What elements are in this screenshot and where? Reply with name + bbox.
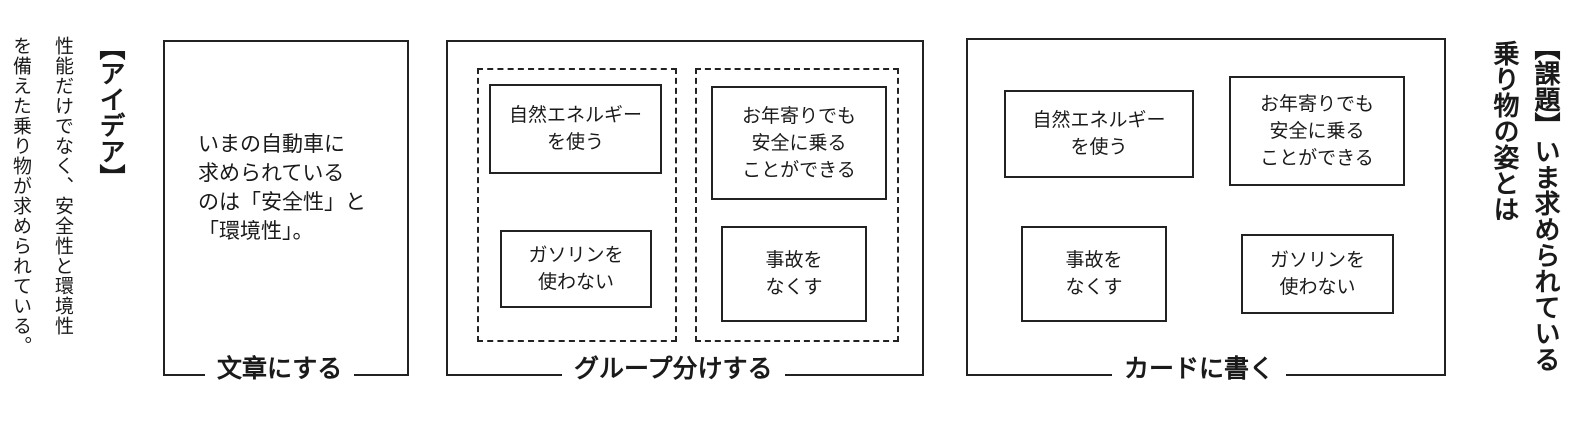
idea-card: 事故を なくす — [721, 226, 867, 322]
idea-card: 自然エネルギー を使う — [1004, 90, 1194, 178]
idea-title: 【アイデア】 — [95, 34, 125, 190]
issue-title: 【課題】いま求められている — [1530, 34, 1560, 372]
issue-title-line2: 乗り物の姿とは — [1489, 40, 1519, 222]
idea-body-line1: 性能だけでなく、安全性と環境性 — [52, 36, 74, 336]
idea-card: お年寄りでも 安全に乗る ことができる — [711, 86, 887, 200]
panel-cards-caption: カードに書く — [1112, 354, 1287, 384]
panel-grouping-caption: グループ分けする — [562, 354, 785, 384]
idea-card: お年寄りでも 安全に乗る ことができる — [1229, 76, 1405, 186]
idea-card: 事故を なくす — [1021, 226, 1167, 322]
idea-card: ガソリンを 使わない — [500, 230, 652, 308]
idea-card: ガソリンを 使わない — [1241, 234, 1394, 314]
panel-text-caption: 文章にする — [205, 354, 355, 384]
panel-text-paragraph: いまの自動車に 求められている のは「安全性」と 「環境性」。 — [198, 132, 366, 243]
idea-card: 自然エネルギー を使う — [489, 84, 662, 174]
idea-body-line2: を備えた乗り物が求められている。 — [10, 36, 32, 356]
